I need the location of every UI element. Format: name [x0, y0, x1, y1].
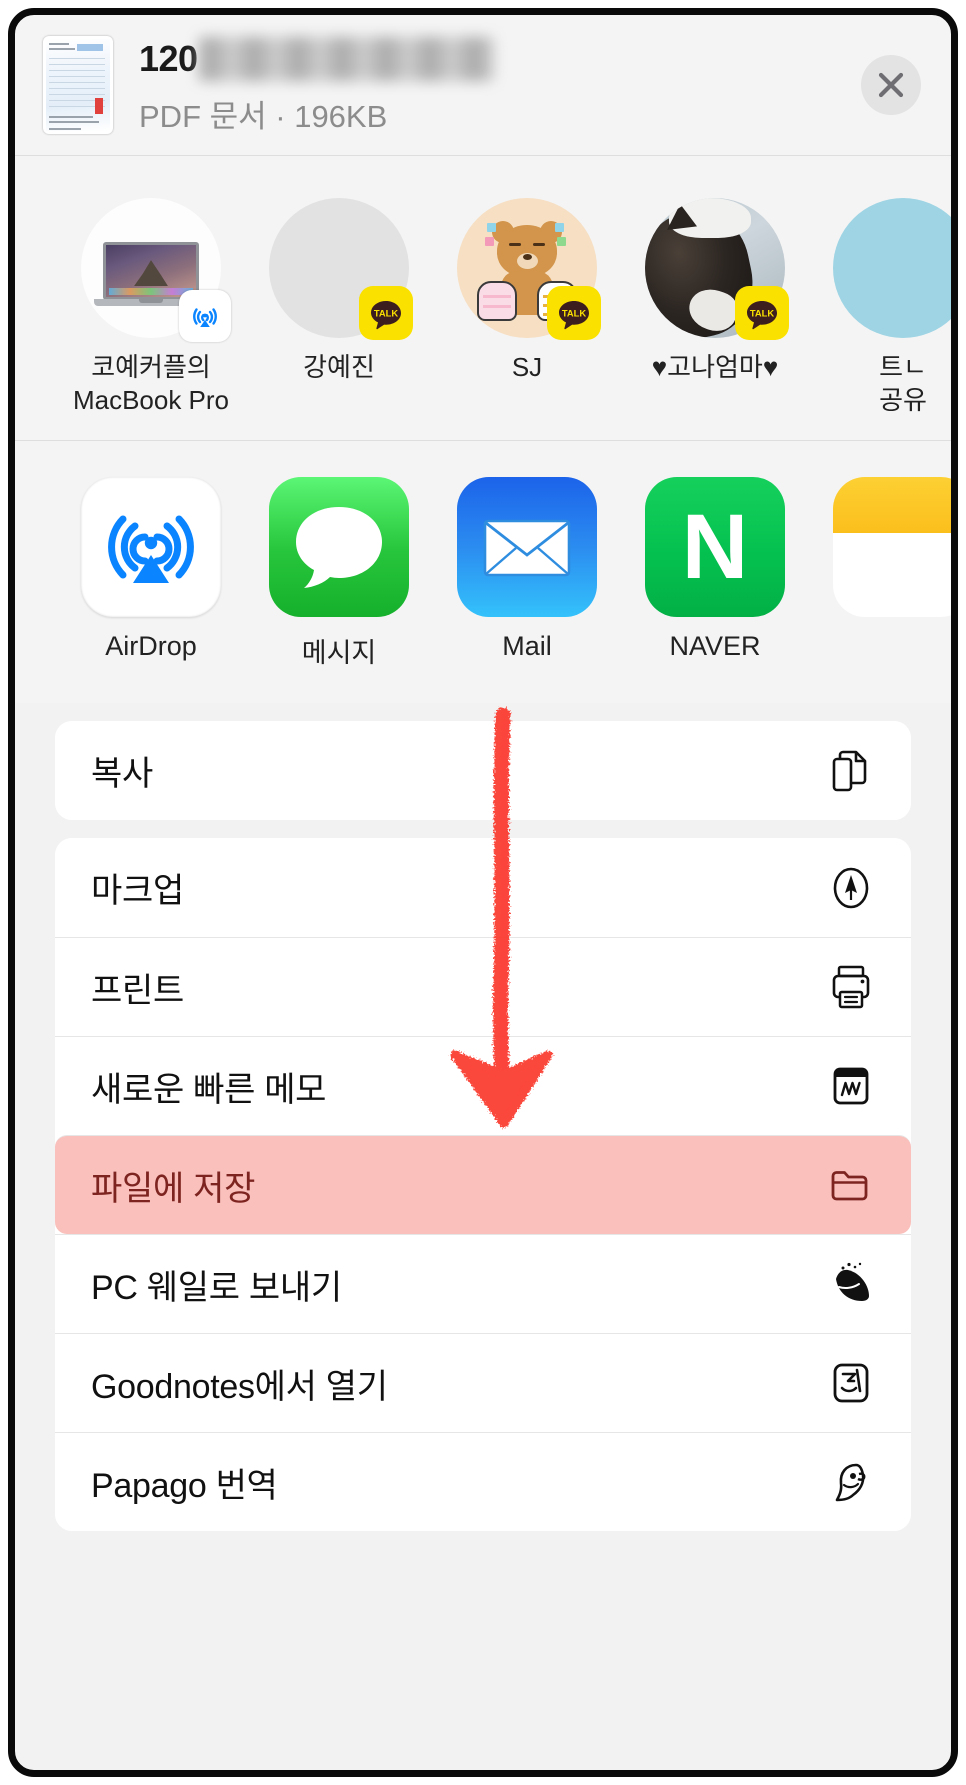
contact-label-line2: MacBook Pro [72, 385, 230, 416]
action-row-copy[interactable]: 복사 [55, 721, 911, 820]
action-row-label: 새로운 빠른 메모 [91, 1070, 327, 1109]
app-item-airdrop[interactable]: AirDrop [57, 477, 245, 662]
action-row-papago-translate[interactable]: Papago 번역 [55, 1432, 911, 1531]
kakaotalk-badge-icon: TALK [359, 286, 413, 340]
kakaotalk-badge-icon: TALK [547, 286, 601, 340]
action-row-label: 파일에 저장 [91, 1169, 256, 1208]
kakaotalk-badge-icon: TALK [735, 286, 789, 340]
share-sheet: 120 PDF 문서 · 196KB 코예커플의 MacBook Pro TAL… [15, 15, 951, 1770]
action-row-label: 복사 [91, 755, 153, 793]
header-text-block: 120 PDF 문서 · 196KB [139, 35, 861, 136]
action-group-1: 복사 [55, 721, 911, 820]
app-item-naver[interactable]: N NAVER [621, 477, 809, 662]
papago-parrot-icon [825, 1456, 877, 1508]
contact-label: 코예커플의 MacBook Pro [58, 351, 244, 418]
action-row-markup[interactable]: 마크업 [55, 838, 911, 937]
whale-browser-icon [825, 1258, 877, 1310]
pdf-document-thumbnail [43, 36, 113, 134]
action-list: 복사 마크업 프린트 새로운 빠른 메모 파일에 저장 PC 웨일로 보내기 G… [15, 703, 951, 1531]
contact-item-kang-yejin[interactable]: TALK 강예진 [245, 198, 433, 384]
app-item-messages[interactable]: 메시지 [245, 477, 433, 670]
svg-text:TALK: TALK [374, 307, 399, 318]
action-row-save-to-files[interactable]: 파일에 저장 [55, 1135, 911, 1234]
notes-icon [833, 477, 951, 617]
contact-item-sj[interactable]: TALK SJ [433, 198, 621, 384]
app-label: NAVER [669, 631, 761, 661]
screenshot-root: 120 PDF 문서 · 196KB 코예커플의 MacBook Pro TAL… [0, 0, 966, 1785]
contact-item-macbook[interactable]: 코예커플의 MacBook Pro [57, 198, 245, 418]
mail-icon [457, 477, 597, 617]
folder-icon [825, 1159, 877, 1211]
contacts-row[interactable]: 코예커플의 MacBook Pro TALK 강예진 TALK SJ TALK … [15, 156, 951, 441]
action-row-label: 마크업 [91, 872, 184, 910]
app-label: Mail [502, 631, 552, 661]
printer-icon [825, 961, 877, 1013]
naver-n-glyph: N [681, 496, 749, 598]
share-sheet-header: 120 PDF 문서 · 196KB [15, 15, 951, 156]
action-row-send-to-whale[interactable]: PC 웨일로 보내기 [55, 1234, 911, 1333]
action-row-label: Goodnotes에서 열기 [91, 1367, 388, 1406]
action-row-label: PC 웨일로 보내기 [91, 1268, 342, 1307]
action-row-label: 프린트 [91, 971, 184, 1010]
action-group-2: 마크업 프린트 새로운 빠른 메모 파일에 저장 PC 웨일로 보내기 Good… [55, 838, 911, 1531]
markup-pen-icon [825, 862, 877, 914]
contact-label: 트ㄴ 공유 [810, 351, 951, 418]
svg-text:TALK: TALK [562, 307, 587, 318]
document-title: 120 [139, 37, 198, 79]
document-subtitle: PDF 문서 · 196KB [139, 98, 388, 134]
action-row-label: Papago 번역 [91, 1466, 278, 1505]
contact-item-partial[interactable]: 트ㄴ 공유 [809, 198, 951, 418]
contact-label: ♥고나엄마♥ [651, 352, 779, 382]
contact-label-line2: 공유 [879, 385, 927, 416]
app-item-mail[interactable]: Mail [433, 477, 621, 662]
app-label: 메시지 [301, 638, 377, 668]
close-button[interactable] [861, 55, 921, 115]
copy-icon [825, 745, 877, 797]
quick-note-icon [825, 1060, 877, 1112]
contact-label-line1: 코예커플의 [91, 352, 211, 382]
goodnotes-icon [825, 1357, 877, 1409]
action-row-quick-note[interactable]: 새로운 빠른 메모 [55, 1036, 911, 1135]
action-row-print[interactable]: 프린트 [55, 937, 911, 1036]
contact-label-line1: 트ㄴ [879, 352, 927, 382]
app-label: AirDrop [105, 631, 197, 661]
close-icon [874, 68, 908, 102]
blue-circle-avatar [833, 198, 951, 338]
contact-label: 강예진 [303, 352, 375, 382]
action-row-open-in-goodnotes[interactable]: Goodnotes에서 열기 [55, 1333, 911, 1432]
airdrop-icon [81, 477, 221, 617]
app-item-partial[interactable] [809, 477, 951, 631]
apps-row[interactable]: AirDrop 메시지 Mail N NAVER [15, 441, 951, 703]
contact-label: SJ [511, 352, 543, 382]
redacted-filename [198, 36, 494, 81]
messages-icon [269, 477, 409, 617]
naver-icon: N [645, 477, 785, 617]
svg-text:TALK: TALK [750, 307, 775, 318]
airdrop-badge-icon [179, 290, 231, 342]
contact-item-gona-mom[interactable]: TALK ♥고나엄마♥ [621, 198, 809, 384]
